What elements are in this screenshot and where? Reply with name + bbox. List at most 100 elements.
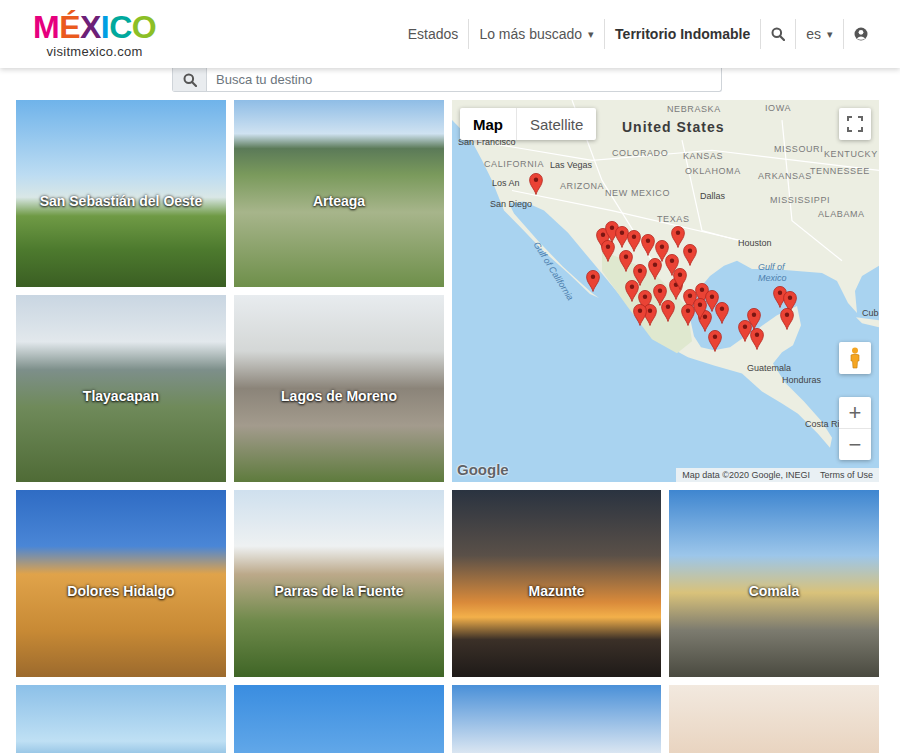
fullscreen-button[interactable] (839, 108, 871, 140)
search-input[interactable] (207, 68, 721, 91)
map-marker[interactable] (738, 320, 752, 342)
logo-letter: É (59, 11, 80, 43)
tile-label: Parras de la Fuente (268, 581, 409, 601)
map-label: Costa Ri (805, 419, 840, 430)
tile-label: Mazunte (523, 581, 591, 601)
nav-dropdown[interactable]: Lo más buscado▾ (468, 19, 604, 49)
map-label: Gulf of California (531, 240, 576, 303)
map-marker[interactable] (619, 250, 633, 272)
map-marker[interactable] (715, 302, 729, 324)
map-marker[interactable] (673, 268, 687, 290)
nav-label: Estados (408, 26, 459, 42)
street-view-button[interactable] (839, 342, 871, 374)
nav-label: es (806, 26, 821, 42)
search-icon (183, 73, 197, 87)
destination-tile[interactable] (234, 685, 444, 753)
map-label: Las Vegas (550, 160, 592, 171)
map-attribution: Map data ©2020 Google, INEGITerms of Use (676, 468, 879, 482)
tile-label: Arteaga (307, 191, 371, 211)
destination-tile[interactable]: Arteaga (234, 100, 444, 287)
map-label: IOWA (765, 103, 791, 114)
terms-link[interactable]: Terms of Use (820, 469, 873, 481)
map-label: United States (622, 119, 724, 135)
map-label: MISSISSIPPI (770, 195, 830, 206)
nav-dropdown[interactable]: es ▾ (795, 19, 843, 49)
map-marker[interactable] (633, 304, 647, 326)
destination-tile[interactable] (16, 685, 226, 753)
caret-icon: ▾ (588, 28, 594, 41)
logo-word: MÉXICO (33, 11, 156, 43)
map-marker[interactable] (747, 308, 761, 330)
map-marker[interactable] (648, 258, 662, 280)
map-marker[interactable] (529, 173, 543, 195)
logo-letter: C (109, 11, 132, 43)
tile-label: Dolores Hidalgo (61, 581, 180, 601)
logo-letter: M (33, 11, 59, 43)
destination-tile[interactable]: Comala (669, 490, 879, 677)
fullscreen-icon (847, 116, 863, 132)
map-marker[interactable] (750, 328, 764, 350)
tile-label: Comala (743, 581, 806, 601)
destination-tile[interactable] (669, 685, 879, 753)
destination-tile[interactable]: Tlayacapan (16, 295, 226, 482)
destination-tile[interactable]: Mazunte (452, 490, 661, 677)
search-nav-button[interactable] (760, 19, 795, 49)
map-marker[interactable] (671, 226, 685, 248)
map-label: KANSAS (683, 151, 723, 162)
map-label: ARKANSAS (758, 171, 812, 182)
nav-link[interactable]: Estados (398, 19, 469, 49)
destination-grid: United StatesNEBRASKAIOWACOLORADOKANSASM… (0, 100, 900, 753)
destination-tile[interactable]: Dolores Hidalgo (16, 490, 226, 677)
map-marker[interactable] (683, 244, 697, 266)
logo-letter: O (132, 11, 156, 43)
pegman-icon (849, 347, 861, 369)
search-icon (771, 27, 785, 41)
map-label: KENTUCKY (824, 149, 878, 160)
map-label: ALABAMA (818, 209, 865, 220)
map-label: Honduras (782, 375, 821, 386)
map-marker[interactable] (627, 230, 641, 252)
map-label: MISSOURI (774, 144, 823, 155)
map-marker[interactable] (780, 308, 794, 330)
caret-icon: ▾ (827, 28, 833, 41)
map-label: Cub (862, 308, 879, 319)
destination-tile[interactable]: Lagos de Moreno (234, 295, 444, 482)
map-label: Gulf of (758, 262, 785, 273)
map-marker[interactable] (625, 280, 639, 302)
nav-link[interactable]: Territorio Indomable (604, 19, 760, 49)
map-marker[interactable] (693, 298, 707, 320)
map-marker[interactable] (601, 240, 615, 262)
map-label: CALIFORNIA (484, 159, 544, 170)
map-label: COLORADO (612, 148, 668, 159)
search-button[interactable] (173, 68, 207, 91)
map-type-button[interactable]: Map (460, 108, 516, 140)
map-label: Dallas (700, 191, 725, 202)
tile-label: San Sebastián del Oeste (34, 191, 209, 211)
search-bar (172, 68, 722, 92)
map-marker[interactable] (641, 234, 655, 256)
map-type-button[interactable]: Satellite (516, 108, 596, 140)
site-header: MÉXICOvisitmexico.com Estados Lo más busca… (0, 0, 900, 68)
map-marker[interactable] (615, 226, 629, 248)
map-marker[interactable] (681, 304, 695, 326)
map-marker[interactable] (661, 300, 675, 322)
search-row (0, 68, 900, 100)
map-label: Houston (738, 238, 772, 249)
map-marker[interactable] (708, 330, 722, 352)
logo-letter: I (101, 11, 109, 43)
nav-label: Territorio Indomable (615, 26, 750, 42)
destinations-map[interactable]: United StatesNEBRASKAIOWACOLORADOKANSASM… (452, 100, 879, 482)
site-logo[interactable]: MÉXICOvisitmexico.com (33, 9, 156, 59)
map-marker[interactable] (586, 270, 600, 292)
zoom-out-button[interactable]: − (839, 428, 871, 460)
destination-tile[interactable]: San Sebastián del Oeste (16, 100, 226, 287)
map-label: OKLAHOMA (685, 166, 741, 177)
google-logo: Google (457, 461, 509, 478)
account-button[interactable] (843, 19, 878, 49)
zoom-control: +− (839, 397, 871, 460)
map-label: Mexico (758, 273, 787, 284)
destination-tile[interactable] (452, 685, 661, 753)
zoom-in-button[interactable]: + (839, 397, 871, 428)
destination-tile[interactable]: Parras de la Fuente (234, 490, 444, 677)
user-icon (854, 27, 868, 41)
